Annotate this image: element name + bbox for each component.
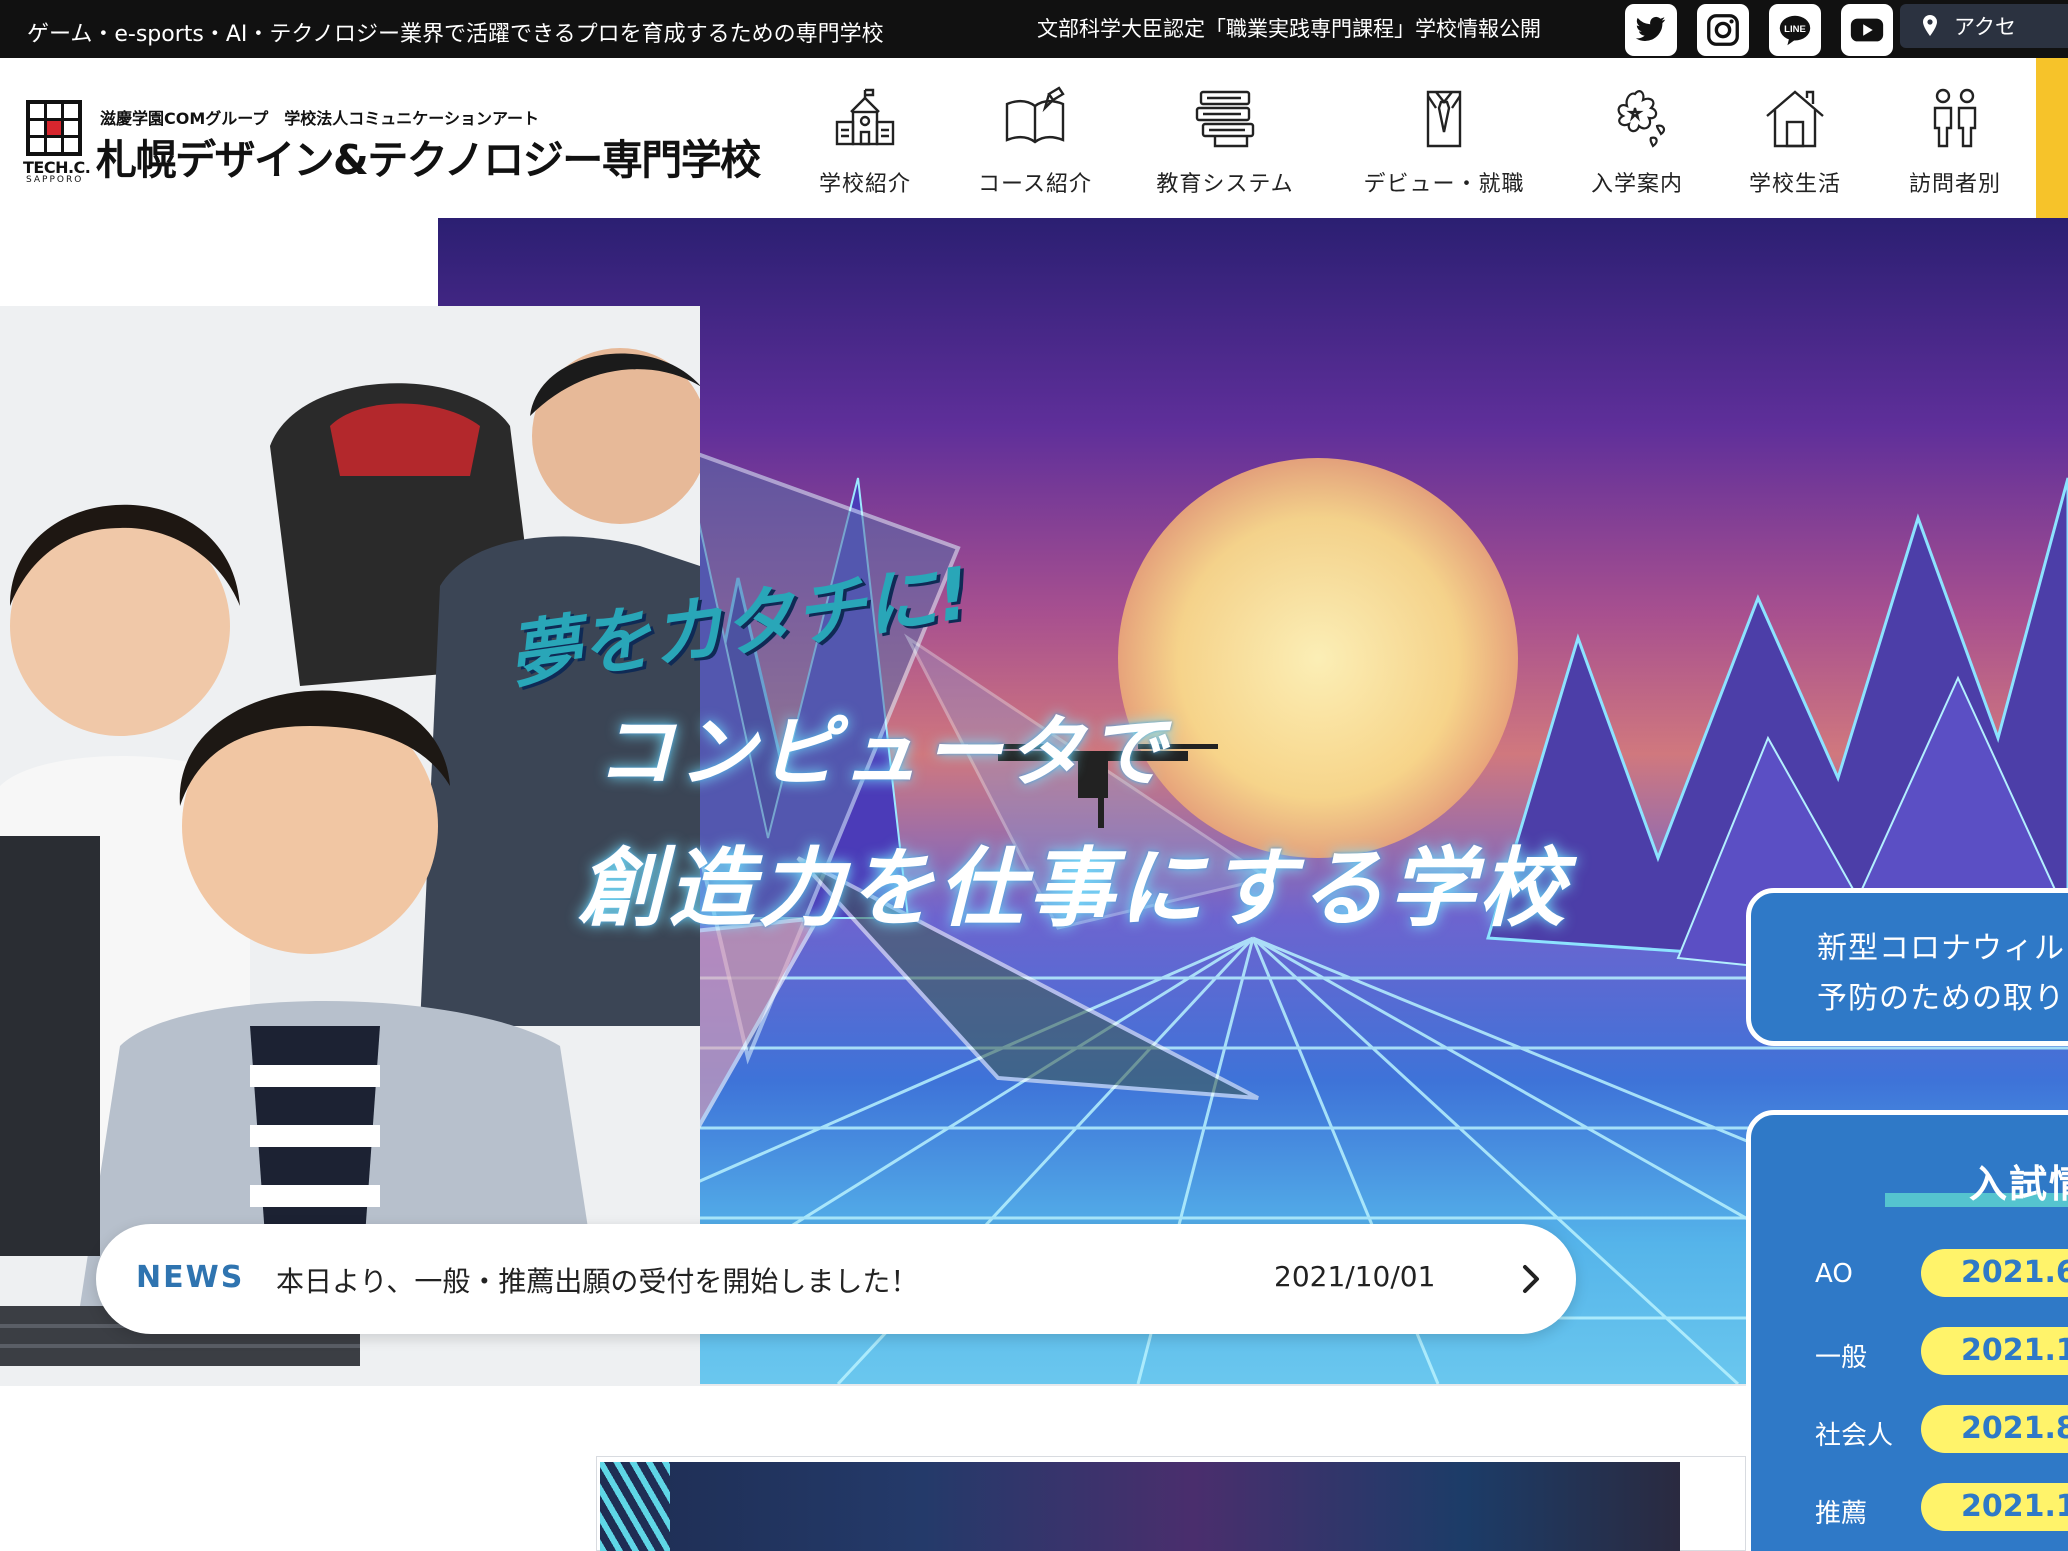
nav-label: デビュー・就職 (1363, 172, 1525, 197)
tagline: ゲーム・e-sports・AI・テクノロジー業界で活躍できるプロを育成するための… (27, 22, 884, 47)
people-icon (1933, 88, 1977, 148)
covid-notice-line1: 新型コロナウィル (1817, 931, 2065, 966)
twitter-button[interactable] (1625, 4, 1677, 56)
logo-sapporo-text: SAPPORO (26, 175, 84, 185)
nav-label: 入学案内 (1590, 172, 1683, 197)
chevron-right-icon (1523, 1265, 1539, 1293)
stacked-books-icon (1195, 90, 1255, 148)
exam-type: AO (1815, 1259, 1853, 1289)
nav-debut-employment[interactable]: デビュー・就職 (1354, 86, 1534, 206)
nav-education-system[interactable]: 教育システム (1150, 86, 1300, 206)
access-button[interactable]: アクセ (1900, 4, 2068, 48)
exam-row-general[interactable]: 一般 2021.1 (1751, 1323, 2068, 1379)
covid-notice-panel[interactable]: 新型コロナウィル 予防のための取り (1746, 888, 2068, 1046)
open-book-icon (1005, 86, 1065, 144)
lower-promo-banner[interactable] (600, 1462, 1680, 1551)
nav-by-visitor[interactable]: 訪問者別 (1900, 86, 2010, 206)
banner-stripe-decoration (600, 1462, 670, 1551)
nav-label: 教育システム (1156, 172, 1294, 197)
school-name: 札幌デザイン&テクノロジー専門学校 (96, 136, 761, 184)
house-icon (1766, 90, 1824, 148)
hero-slogan-line1: コンピュータで (596, 708, 1171, 798)
line-icon: LINE (1779, 15, 1811, 46)
nav-admission-guide[interactable]: 入学案内 (1582, 86, 1692, 206)
exam-date: 2021.1 (1921, 1327, 2068, 1375)
exam-info-title: 入試情 (1969, 1162, 2068, 1206)
certified-course-link[interactable]: 文部科学大臣認定「職業実践専門課程」学校情報公開 (1037, 13, 1541, 43)
instagram-icon (1707, 14, 1739, 46)
news-bar[interactable]: NEWS 本日より、一般・推薦出願の受付を開始しました！ 2021/10/01 (96, 1224, 1576, 1334)
nav-label: コース紹介 (978, 172, 1092, 197)
access-label: アクセ (1954, 15, 2016, 39)
sakura-icon (1617, 90, 1666, 148)
top-bar: ゲーム・e-sports・AI・テクノロジー業界で活躍できるプロを育成するための… (0, 0, 2068, 58)
nav-course-intro[interactable]: コース紹介 (970, 86, 1100, 206)
exam-row-recommendation[interactable]: 推薦 2021.1 (1751, 1479, 2068, 1535)
nav-label: 訪問者別 (1908, 172, 2001, 197)
instagram-button[interactable] (1697, 4, 1749, 56)
news-headline: 本日より、一般・推薦出願の受付を開始しました！ (276, 1265, 919, 1298)
covid-notice-line2: 予防のための取り (1817, 981, 2065, 1016)
school-building-icon (835, 88, 895, 146)
nav-school-life[interactable]: 学校生活 (1740, 86, 1850, 206)
exam-date: 2021.1 (1921, 1483, 2068, 1531)
map-pin-icon (1923, 15, 1937, 36)
news-date: 2021/10/01 (1274, 1260, 1436, 1293)
hero-slogan-line2: 創造力を仕事にする学校 (578, 839, 1569, 939)
exam-type: 社会人 (1815, 1421, 1894, 1451)
site-header: TECH.C. SAPPORO 滋慶学園COMグループ 学校法人コミュニケーショ… (0, 58, 2068, 218)
shirt-tie-icon (1426, 90, 1462, 148)
youtube-icon (1850, 18, 1884, 42)
exam-date: 2021.8 (1921, 1405, 2068, 1453)
youtube-button[interactable] (1841, 4, 1893, 56)
header-side-tab[interactable] (2036, 58, 2068, 218)
exam-type: 推薦 (1815, 1499, 1868, 1529)
nav-label: 学校紹介 (818, 172, 911, 197)
exam-type: 一般 (1815, 1343, 1868, 1373)
twitter-icon (1635, 16, 1666, 41)
news-label: NEWS (136, 1260, 245, 1295)
line-icon-text: LINE (1784, 24, 1806, 35)
tech-c-logo-mark (26, 100, 82, 156)
exam-date: 2021.6 (1921, 1249, 2068, 1297)
exam-row-working-adult[interactable]: 社会人 2021.8 (1751, 1401, 2068, 1457)
line-button[interactable]: LINE (1769, 4, 1821, 56)
exam-info-panel: 入試情 AO 2021.6 一般 2021.1 社会人 2021.8 推薦 20… (1746, 1110, 2068, 1551)
nav-label: 学校生活 (1748, 172, 1841, 197)
nav-school-intro[interactable]: 学校紹介 (810, 86, 920, 206)
exam-row-ao[interactable]: AO 2021.6 (1751, 1245, 2068, 1301)
